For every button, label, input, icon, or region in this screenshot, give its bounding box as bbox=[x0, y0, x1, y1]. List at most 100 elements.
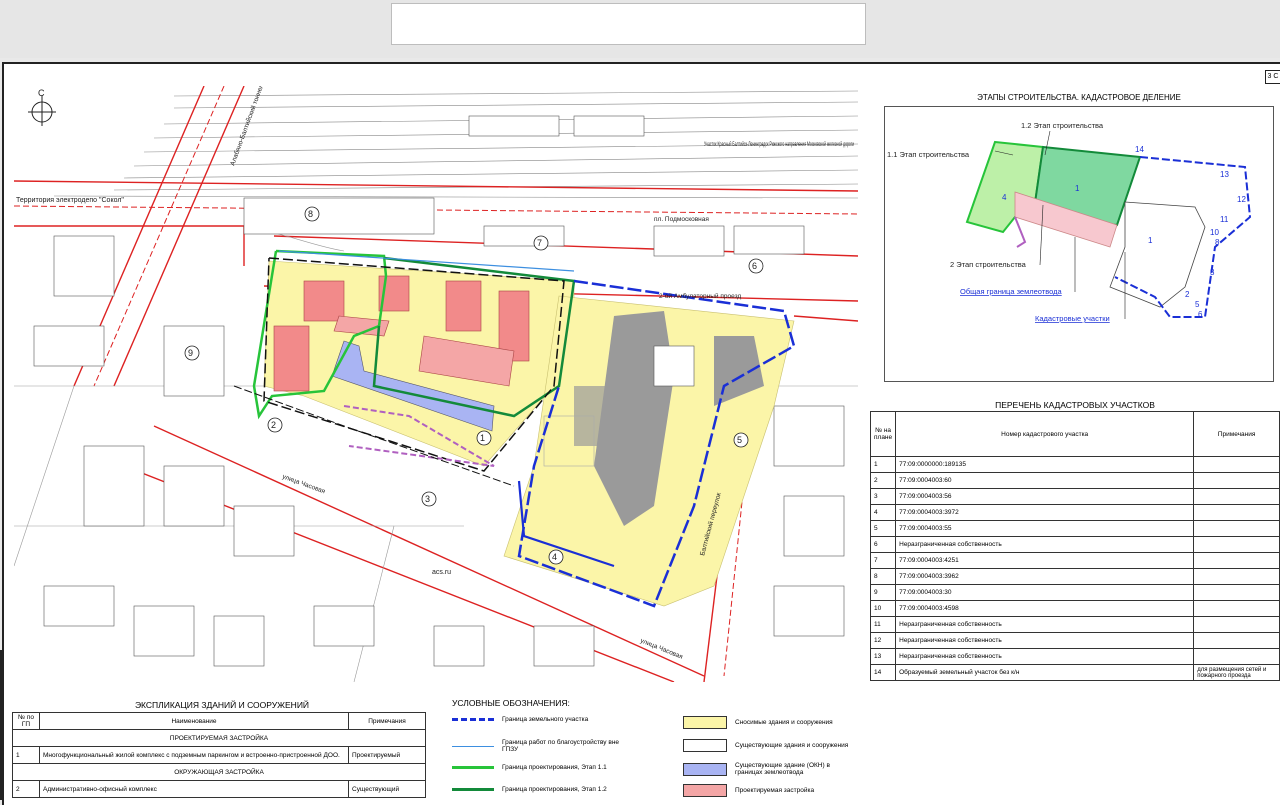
legend-swatch bbox=[452, 766, 494, 769]
cadastral-row: 8 77:09:0004003:3962 bbox=[869, 568, 1280, 585]
svg-text:13: 13 bbox=[1220, 170, 1229, 179]
site-plan-map: 8 7 6 9 2 1 3 4 5 С Территория электроде… bbox=[14, 86, 858, 682]
cadastral-row: 1 77:09:0000000:189135 bbox=[869, 456, 1280, 473]
cadastral-row: 5 77:09:0004003:55 bbox=[869, 520, 1280, 537]
legend-item: Существующие здания и сооружения bbox=[683, 739, 848, 752]
legend-swatch bbox=[683, 716, 727, 729]
legend-label: Проектируемая застройка bbox=[735, 787, 815, 794]
cad-cell-number: 77:09:0004003:30 bbox=[895, 584, 1195, 601]
svg-text:3: 3 bbox=[1210, 268, 1215, 277]
cadastral-row: 13 Неразграниченная собственность bbox=[869, 648, 1280, 665]
legend-swatch bbox=[452, 718, 494, 721]
expl-row-1-note: Проектируемый bbox=[348, 746, 426, 764]
cadastral-title: ПЕРЕЧЕНЬ КАДАСТРОВЫХ УЧАСТКОВ bbox=[995, 400, 1155, 410]
svg-text:3: 3 bbox=[425, 494, 430, 504]
legend-item: Сносимые здания и сооружения bbox=[683, 716, 833, 729]
cad-cell-note bbox=[1193, 520, 1280, 537]
svg-text:11: 11 bbox=[1220, 215, 1229, 224]
legend-swatch bbox=[452, 745, 494, 747]
expl-row-1-num: 1 bbox=[12, 746, 40, 764]
cad-cell-note: для размещения сетей и пожарного проезда bbox=[1193, 664, 1280, 681]
svg-text:6: 6 bbox=[752, 261, 757, 271]
cad-cell-num: 3 bbox=[869, 488, 897, 505]
cad-cell-num: 6 bbox=[869, 536, 897, 553]
legend-label: Граница проектирования, Этап 1.2 bbox=[502, 786, 607, 793]
expl-section-projected: ПРОЕКТИРУЕМАЯ ЗАСТРОЙКА bbox=[12, 729, 426, 747]
cad-cell-number: Неразграниченная собственность bbox=[895, 616, 1195, 633]
legend-item: Граница земельного участка bbox=[452, 716, 588, 723]
cad-cell-number: 77:09:0004003:60 bbox=[895, 472, 1195, 489]
cad-cell-number: 77:09:0004003:3962 bbox=[895, 568, 1195, 585]
inset-diagram: 1114 131211 1083 256 4 1.2 Этап строител… bbox=[887, 121, 1252, 323]
svg-text:1: 1 bbox=[1075, 184, 1080, 193]
cad-cell-note bbox=[1193, 456, 1280, 473]
cad-cell-num: 5 bbox=[869, 520, 897, 537]
cadastral-row: 9 77:09:0004003:30 bbox=[869, 584, 1280, 601]
svg-text:5: 5 bbox=[1195, 300, 1200, 309]
cad-cell-num: 14 bbox=[869, 664, 897, 681]
sheet-number: 3 С bbox=[1265, 70, 1280, 84]
cadastral-table: № на плане Номер кадастрового участка Пр… bbox=[869, 411, 1280, 681]
legend-item: Проектируемая застройка bbox=[683, 784, 814, 797]
stage-1-2-label: 1.2 Этап строительства bbox=[1021, 121, 1104, 130]
svg-text:1: 1 bbox=[480, 433, 485, 443]
legend-label: Существующие здание (ОКН) в границах зем… bbox=[735, 762, 830, 776]
cadastral-row: 12 Неразграниченная собственность bbox=[869, 632, 1280, 649]
left-margin-line bbox=[0, 650, 2, 800]
cad-cell-note bbox=[1193, 568, 1280, 585]
cad-header-number: Номер кадастрового участка bbox=[895, 411, 1195, 457]
svg-text:10: 10 bbox=[1210, 228, 1219, 237]
cad-cell-number: Неразграниченная собственность bbox=[895, 536, 1195, 553]
expl-row-2-note: Существующий bbox=[348, 780, 426, 798]
legend-swatch bbox=[683, 762, 727, 776]
legend-label: Граница проектирования, Этап 1.1 bbox=[502, 764, 607, 771]
expl-header-notes: Примечания bbox=[348, 712, 426, 730]
expl-row-1-name: Многофункциональный жилой комплекс с под… bbox=[39, 746, 349, 764]
stage-2-label: 2 Этап строительства bbox=[950, 260, 1027, 269]
cadastral-row: 3 77:09:0004003:56 bbox=[869, 488, 1280, 505]
legend-item: Существующие здание (ОКН) в границах зем… bbox=[683, 762, 855, 776]
expl-section-surrounding: ОКРУЖАЮЩАЯ ЗАСТРОЙКА bbox=[12, 763, 426, 781]
title-box bbox=[391, 3, 866, 45]
explication-title: ЭКСПЛИКАЦИЯ ЗДАНИЙ И СООРУЖЕНИЙ bbox=[134, 700, 310, 710]
expl-row-2-name: Административно-офисный комплекс bbox=[39, 780, 349, 798]
cad-cell-note bbox=[1193, 648, 1280, 665]
cad-cell-number: 77:09:0004003:4251 bbox=[895, 552, 1195, 569]
cad-cell-number: 77:09:0004003:3972 bbox=[895, 504, 1195, 521]
cad-cell-num: 8 bbox=[869, 568, 897, 585]
legend-item: Граница работ по благоустройству вне ГПЗ… bbox=[452, 739, 622, 753]
cad-cell-num: 10 bbox=[869, 600, 897, 617]
cad-cell-note bbox=[1193, 488, 1280, 505]
cad-cell-num: 12 bbox=[869, 632, 897, 649]
cad-cell-note bbox=[1193, 616, 1280, 633]
svg-text:9: 9 bbox=[188, 348, 193, 358]
cad-cell-number: 77:09:0004003:56 bbox=[895, 488, 1195, 505]
cad-cell-note bbox=[1193, 536, 1280, 553]
svg-text:6: 6 bbox=[1198, 310, 1203, 319]
legend-swatch bbox=[452, 788, 494, 791]
legend-title: УСЛОВНЫЕ ОБОЗНАЧЕНИЯ: bbox=[452, 698, 570, 708]
cad-header-notes: Примечания bbox=[1193, 411, 1280, 457]
viewer-toolbar bbox=[0, 0, 1280, 58]
svg-text:1: 1 bbox=[1148, 236, 1153, 245]
legend-swatch bbox=[683, 784, 727, 797]
cad-cell-num: 13 bbox=[869, 648, 897, 665]
inset-title: ЭТАПЫ СТРОИТЕЛЬСТВА. КАДАСТРОВОЕ ДЕЛЕНИЕ bbox=[977, 93, 1181, 102]
cadastral-row: 2 77:09:0004003:60 bbox=[869, 472, 1280, 489]
cad-cell-number: 77:09:0000000:189135 bbox=[895, 456, 1195, 473]
stage-1-1-label: 1.1 Этап строительства bbox=[887, 150, 970, 159]
expl-header-name: Наименование bbox=[39, 712, 349, 730]
svg-text:8: 8 bbox=[1215, 238, 1220, 247]
railway-note: Участок Красный Балтийск-Ленинградск Риж… bbox=[704, 140, 854, 148]
svg-text:2: 2 bbox=[1185, 290, 1190, 299]
svg-text:5: 5 bbox=[737, 435, 742, 445]
cad-header-num: № на плане bbox=[869, 411, 897, 457]
cad-cell-num: 9 bbox=[869, 584, 897, 601]
cad-cell-note bbox=[1193, 472, 1280, 489]
cad-cell-note bbox=[1193, 600, 1280, 617]
legend-item: Граница проектирования, Этап 1.2 bbox=[452, 786, 607, 793]
expl-row-2-num: 2 bbox=[12, 780, 40, 798]
cad-cell-note bbox=[1193, 504, 1280, 521]
cadastral-row: 6 Неразграниченная собственность bbox=[869, 536, 1280, 553]
cad-cell-number: Неразграниченная собственность bbox=[895, 648, 1195, 665]
